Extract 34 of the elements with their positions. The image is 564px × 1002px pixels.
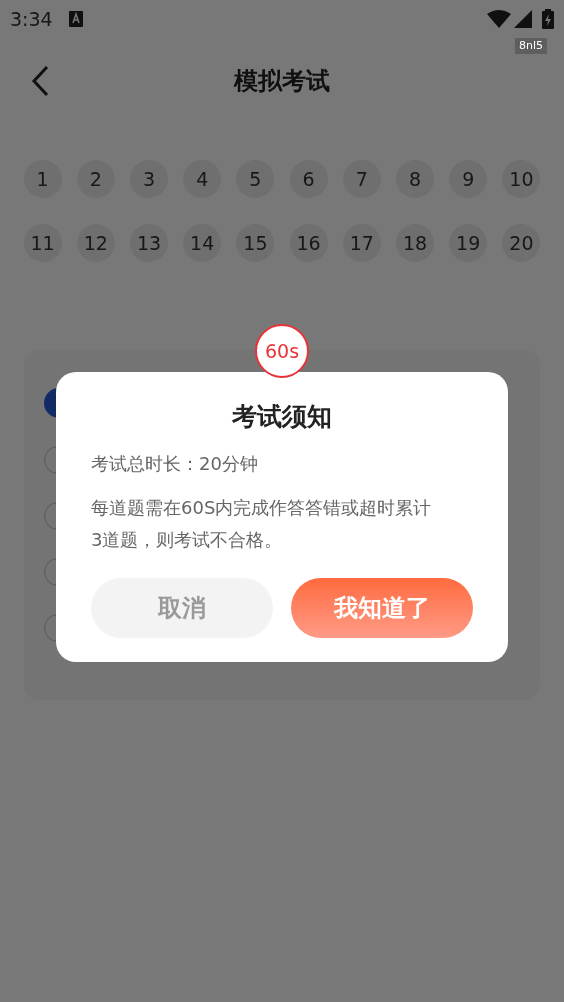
countdown-timer: 60s	[255, 324, 309, 378]
confirm-button[interactable]: 我知道了	[291, 577, 473, 638]
question-number[interactable]: 2	[76, 160, 115, 198]
question-number[interactable]: 15	[236, 224, 275, 262]
dialog-text: 考试总时长：20分钟	[91, 451, 259, 476]
dialog-title: 考试须知	[232, 401, 332, 433]
question-number[interactable]: 5	[236, 160, 275, 198]
question-number[interactable]: 4	[183, 160, 222, 198]
question-number[interactable]: 11	[23, 224, 62, 262]
signal-icon	[514, 10, 532, 28]
keyboard-icon	[68, 11, 83, 27]
question-number[interactable]: 1	[23, 160, 62, 198]
question-number[interactable]: 17	[342, 224, 381, 262]
debug-tag: 8nl5	[514, 38, 547, 54]
question-number[interactable]: 12	[76, 224, 115, 262]
question-number[interactable]: 3	[130, 160, 168, 198]
question-number[interactable]: 13	[130, 224, 168, 262]
page-title: 模拟考试	[234, 66, 330, 97]
question-number[interactable]: 18	[396, 224, 434, 262]
question-number[interactable]: 16	[289, 224, 328, 262]
question-number[interactable]: 20	[502, 224, 541, 262]
status-time: 3:34	[10, 6, 53, 32]
question-number[interactable]: 9	[449, 160, 488, 198]
question-number[interactable]: 10	[502, 160, 541, 198]
back-icon[interactable]	[30, 65, 50, 97]
dialog-text: 每道题需在60S内完成作答答错或超时累计3道题，则考试不合格。	[91, 495, 433, 552]
question-number[interactable]: 8	[396, 160, 434, 198]
question-number[interactable]: 19	[449, 224, 488, 262]
question-number[interactable]: 14	[183, 224, 222, 262]
cancel-button[interactable]: 取消	[91, 577, 273, 638]
wifi-icon	[487, 10, 511, 28]
question-number[interactable]: 6	[289, 160, 328, 198]
battery-icon	[542, 9, 554, 29]
question-number[interactable]: 7	[342, 160, 381, 198]
